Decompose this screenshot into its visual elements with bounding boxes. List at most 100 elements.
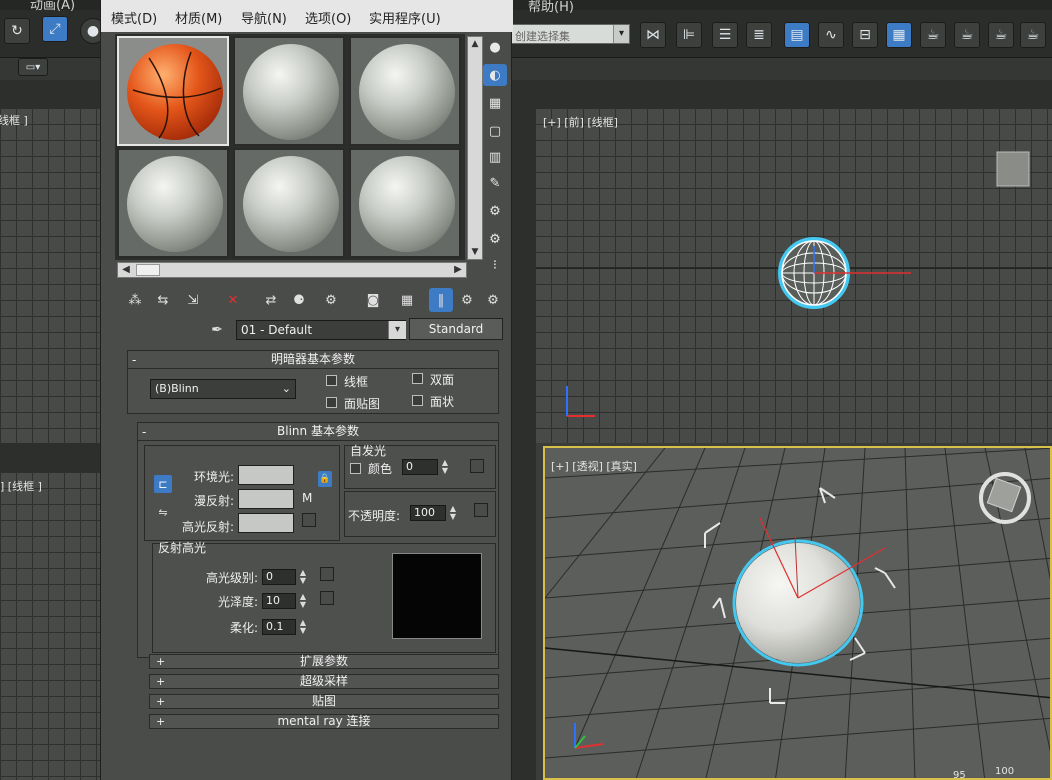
render-production-icon[interactable]: ☕ — [988, 22, 1014, 48]
mirror-icon[interactable]: ⋈ — [640, 22, 666, 48]
show-map-icon[interactable]: ◙ — [361, 288, 385, 312]
face-map-checkbox[interactable] — [326, 397, 337, 408]
material-map-navigator-icon[interactable]: ⁝ — [483, 254, 507, 276]
put-material-icon[interactable]: ⇆ — [151, 288, 175, 312]
shader-type-dropdown[interactable]: (B)Blinn ⌄ — [150, 379, 296, 399]
viewport-front[interactable]: [+] [前] [线框] — [535, 108, 1052, 443]
video-color-check-icon[interactable]: ▥ — [483, 146, 507, 168]
opacity-map-button[interactable] — [474, 503, 488, 517]
select-by-material-icon[interactable]: ⚙ — [483, 228, 507, 250]
extended-params-rollout[interactable]: + 扩展参数 — [149, 654, 499, 669]
rotate-icon[interactable]: ↻ — [4, 18, 30, 44]
ribbon-toggle-icon[interactable]: ▭▾ — [18, 58, 48, 76]
delete-icon[interactable]: ✕ — [221, 288, 245, 312]
material-editor-icon[interactable]: ▦ — [886, 22, 912, 48]
sibling-icon[interactable]: ⚙ — [481, 288, 505, 312]
lock-ambient-diffuse-icon[interactable]: ⊏ — [154, 475, 172, 493]
spinner-arrows-icon[interactable]: ▲ ▼ — [440, 459, 450, 475]
specular-color-swatch[interactable] — [238, 513, 294, 533]
spinner-arrows-icon[interactable]: ▲ ▼ — [298, 593, 308, 609]
layer-list-icon[interactable]: ☰ — [712, 22, 738, 48]
align-icon[interactable]: ⊫ — [676, 22, 702, 48]
lock-icon[interactable]: 🔒 — [318, 471, 332, 487]
spinner-arrows-icon[interactable]: ▲ ▼ — [448, 505, 458, 521]
preview-icon[interactable]: ✎ — [483, 172, 507, 194]
chevron-right-icon[interactable]: ▶ — [450, 263, 466, 277]
assign-material-icon[interactable]: ⇲ — [181, 288, 205, 312]
diffuse-map-button[interactable]: M — [302, 491, 312, 505]
layer-manager-icon[interactable]: ≣ — [746, 22, 772, 48]
put-to-library-icon[interactable]: ⚈ — [287, 288, 311, 312]
chevron-left-icon[interactable]: ◀ — [118, 263, 134, 277]
sample-slot[interactable] — [233, 148, 345, 258]
soften-spinner[interactable]: 0.1 — [262, 619, 296, 635]
sample-slot[interactable] — [117, 148, 229, 258]
specular-level-map-button[interactable] — [320, 567, 334, 581]
glossiness-spinner[interactable]: 10 — [262, 593, 296, 609]
teapot-sphere[interactable] — [736, 543, 860, 663]
self-illum-color-checkbox[interactable] — [350, 463, 361, 474]
viewport-top-left[interactable]: 线框 ] — [0, 108, 112, 443]
menu-material[interactable]: 材质(M) — [175, 8, 222, 27]
get-material-icon[interactable]: ⁂ — [123, 288, 147, 312]
material-type-button[interactable]: Standard — [409, 318, 503, 340]
viewport-label[interactable]: ] [线框 ] — [0, 478, 42, 494]
chevron-down-icon[interactable]: ▾ — [388, 321, 406, 339]
faceted-checkbox[interactable] — [412, 395, 423, 406]
diffuse-color-swatch[interactable] — [238, 489, 294, 509]
spinner-arrows-icon[interactable]: ▲ ▼ — [298, 619, 308, 635]
opacity-spinner[interactable]: 100 — [410, 505, 446, 521]
chevron-down-icon[interactable]: ▼ — [468, 245, 482, 259]
sample-horizontal-scrollbar[interactable]: ◀ ▶ — [117, 262, 467, 278]
menu-mode[interactable]: 模式(D) — [111, 8, 157, 27]
sample-type-icon[interactable]: ● — [483, 36, 507, 58]
render-iterative-icon[interactable]: ☕ — [1020, 22, 1046, 48]
eyedropper-icon[interactable]: ✒ — [207, 320, 227, 340]
scene-explorer-icon[interactable]: ▤ — [784, 22, 810, 48]
menu-options[interactable]: 选项(O) — [305, 8, 351, 27]
rendered-frame-icon[interactable]: ☕ — [954, 22, 980, 48]
glossiness-map-button[interactable] — [320, 591, 334, 605]
two-sided-checkbox[interactable] — [412, 373, 423, 384]
selection-set-dropdown[interactable]: 创建选择集 ▾ — [510, 24, 630, 44]
options-icon[interactable]: ⚙ — [483, 200, 507, 222]
viewport-bottom-left[interactable]: ] [线框 ] — [0, 472, 112, 780]
spinner-arrows-icon[interactable]: ▲ ▼ — [298, 569, 308, 585]
self-illum-map-button[interactable] — [470, 459, 484, 473]
uv-tiling-icon[interactable]: ▢ — [483, 120, 507, 142]
maps-rollout[interactable]: + 贴图 — [149, 694, 499, 709]
menu-navigation[interactable]: 导航(N) — [241, 8, 287, 27]
schematic-view-icon[interactable]: ⊟ — [852, 22, 878, 48]
menu-utilities[interactable]: 实用程序(U) — [369, 8, 441, 27]
material-name-field[interactable]: 01 - Default — [236, 320, 406, 340]
backlight-icon[interactable]: ◐ — [483, 64, 507, 86]
viewcube[interactable] — [996, 151, 1030, 187]
show-end-result-icon[interactable]: ▦ — [395, 288, 419, 312]
sample-slot[interactable] — [117, 36, 229, 146]
ambient-color-swatch[interactable] — [238, 465, 294, 485]
scroll-thumb[interactable] — [136, 264, 160, 276]
render-setup-icon[interactable]: ☕ — [920, 22, 946, 48]
make-unique-icon[interactable]: ⇄ — [259, 288, 283, 312]
viewport-label[interactable]: 线框 ] — [0, 112, 28, 128]
menu-help[interactable]: 帮助(H) — [528, 0, 574, 15]
curve-editor-icon[interactable]: ∿ — [818, 22, 844, 48]
menu-animation[interactable]: 动画(A) — [30, 0, 75, 13]
specular-map-button[interactable] — [302, 513, 316, 527]
specular-level-spinner[interactable]: 0 — [262, 569, 296, 585]
background-checker-icon[interactable]: ▦ — [483, 92, 507, 114]
sample-slot[interactable] — [349, 36, 461, 146]
material-id-icon[interactable]: ⚙ — [319, 288, 343, 312]
rollout-header[interactable]: - Blinn 基本参数 — [138, 423, 498, 441]
scale-icon[interactable]: ⤢ — [42, 16, 68, 42]
mental-ray-connection-rollout[interactable]: + mental ray 连接 — [149, 714, 499, 729]
sample-vertical-scrollbar[interactable]: ▲ ▼ — [467, 36, 483, 260]
sample-slot[interactable] — [349, 148, 461, 258]
chevron-up-icon[interactable]: ▲ — [468, 37, 482, 51]
rollout-header[interactable]: - 明暗器基本参数 — [128, 351, 498, 369]
go-to-parent-icon[interactable]: ‖ — [429, 288, 453, 312]
sample-slot[interactable] — [233, 36, 345, 146]
supersampling-rollout[interactable]: + 超级采样 — [149, 674, 499, 689]
viewport-perspective[interactable]: [+] [透视] [真实] 95 100 — [543, 446, 1052, 780]
go-forward-icon[interactable]: ⚙ — [455, 288, 479, 312]
